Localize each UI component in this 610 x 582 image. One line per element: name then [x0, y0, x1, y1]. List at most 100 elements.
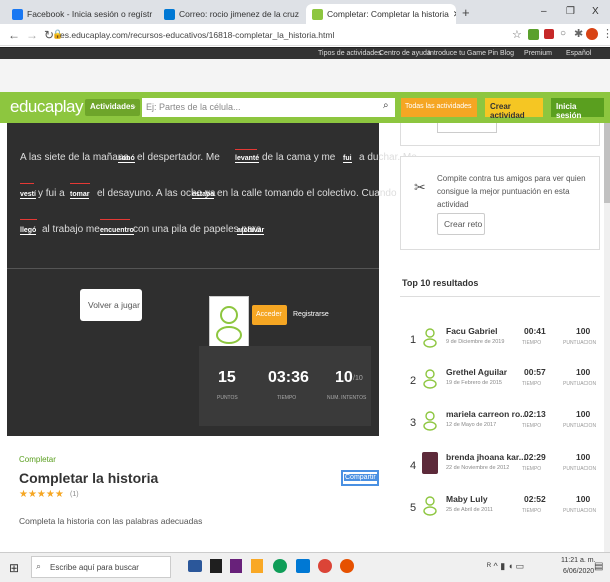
- url-field[interactable]: es.educaplay.com/recursos-educativos/168…: [60, 30, 334, 40]
- extension-icon[interactable]: [544, 29, 554, 39]
- rank: 5: [410, 502, 417, 514]
- result-score: 100: [576, 409, 591, 419]
- story-text: el despertador. Me: [137, 152, 220, 163]
- close-tab-icon[interactable]: ✕: [152, 9, 156, 20]
- answer-blank[interactable]: fui: [343, 155, 352, 163]
- tab-completar[interactable]: Completar: Completar la historia ✕: [306, 4, 456, 24]
- windows-taskbar: ⊞ ⌕ Escribe aquí para buscar ᴿ ^ ▮ ◖ ▭ 1…: [0, 552, 610, 582]
- new-tab-button[interactable]: +: [462, 5, 470, 20]
- error-mark: [20, 183, 34, 184]
- address-bar: ← → ↻ 🔒 es.educaplay.com/recursos-educat…: [0, 24, 610, 46]
- star-icon[interactable]: ☆: [512, 28, 522, 41]
- player-name[interactable]: Grethel Aguilar: [446, 367, 507, 377]
- replay-button[interactable]: Volver a jugar: [80, 289, 142, 321]
- mail-icon[interactable]: [296, 559, 310, 573]
- result-score: 100: [576, 452, 591, 462]
- close-window-button[interactable]: X: [592, 6, 599, 17]
- windows-start-icon[interactable]: ⊞: [9, 561, 19, 575]
- answer-blank[interactable]: levanté: [235, 155, 260, 163]
- firefox-icon[interactable]: [340, 559, 354, 573]
- create-activity-label: Crear actividad: [490, 102, 525, 120]
- register-link[interactable]: Registrarse: [293, 311, 329, 318]
- activities-dropdown[interactable]: Actividades ⌄: [85, 99, 140, 116]
- user-icon: [423, 411, 437, 431]
- extension-icon[interactable]: [528, 29, 539, 40]
- all-activities-button[interactable]: Todas las actividades: [401, 98, 477, 117]
- taskbar-search-input[interactable]: ⌕ Escribe aquí para buscar: [31, 556, 171, 578]
- result-time: 02:13: [524, 409, 546, 419]
- player-name[interactable]: Maby Luly: [446, 494, 488, 504]
- login-button[interactable]: Inicia sesión: [551, 98, 604, 120]
- answer-blank[interactable]: encuentro: [100, 227, 134, 235]
- close-tab-icon[interactable]: ✕: [299, 9, 304, 20]
- search-input[interactable]: Ej: Partes de la célula... ⌕: [142, 98, 395, 117]
- menu-icon[interactable]: ⋮: [602, 27, 610, 40]
- close-tab-icon[interactable]: ✕: [449, 9, 456, 20]
- score-label: PUNTUACION: [563, 381, 597, 387]
- result-time: 02:29: [524, 452, 546, 462]
- answer-blank[interactable]: archivar: [237, 227, 265, 235]
- forward-icon[interactable]: →: [26, 28, 38, 42]
- scrollbar[interactable]: [604, 123, 610, 552]
- game-divider: [7, 268, 379, 269]
- back-icon[interactable]: ←: [8, 28, 20, 42]
- answer-blank[interactable]: sonó: [118, 155, 135, 163]
- puzzle-icon[interactable]: ✱: [574, 27, 583, 40]
- story-text: al trabajo me: [42, 224, 100, 235]
- time-label: TIEMPO: [277, 395, 297, 401]
- points-label: PUNTOS: [217, 395, 238, 401]
- mail-icon: [164, 8, 175, 20]
- educaplay-logo[interactable]: educaplay: [10, 97, 84, 117]
- player-avatar: [209, 296, 249, 350]
- create-challenge-button[interactable]: Crear reto: [437, 213, 485, 235]
- button-remnant: [437, 123, 497, 133]
- answer-blank[interactable]: estaba: [192, 191, 215, 199]
- file-explorer-icon[interactable]: [251, 559, 263, 573]
- replay-label: Volver a jugar: [88, 300, 140, 310]
- chrome-icon[interactable]: [318, 559, 332, 573]
- share-button[interactable]: Compartir: [341, 470, 379, 486]
- create-activity-button[interactable]: Crear actividad: [485, 98, 543, 120]
- answer-blank[interactable]: tomar: [70, 191, 90, 199]
- avatar[interactable]: [586, 28, 598, 40]
- result-date: 19 de Febrero de 2015: [446, 380, 502, 386]
- maximize-button[interactable]: ❐: [566, 6, 575, 17]
- error-mark: [70, 183, 90, 184]
- player-name[interactable]: Facu Gabriel: [446, 326, 498, 336]
- clock-date[interactable]: 6/06/2020: [563, 568, 594, 575]
- challenge-text: consigue la mejor puntuación en esta act…: [437, 187, 570, 209]
- system-tray-icons[interactable]: ᴿ ^ ▮ ◖ ▭: [487, 561, 524, 572]
- player-name[interactable]: brenda jhoana kar...: [446, 452, 526, 462]
- edge-icon[interactable]: [273, 559, 287, 573]
- app-icon[interactable]: [230, 559, 242, 573]
- score-label: PUNTUACION: [563, 423, 597, 429]
- clock-time[interactable]: 11:21 a. m.: [561, 557, 596, 564]
- tab-correo[interactable]: Correo: rocio jimenez de la cruz ✕: [158, 4, 304, 24]
- minimize-button[interactable]: –: [541, 6, 547, 17]
- time-value: 03:36: [268, 369, 309, 386]
- leaderboard-row: 2 Grethel Aguilar 19 de Febrero de 2015 00:…: [410, 365, 600, 399]
- login-label: Inicia sesión: [556, 102, 582, 120]
- tab-facebook[interactable]: Facebook - Inicia sesión o regístr ✕: [6, 4, 156, 24]
- error-mark: [100, 219, 130, 220]
- search-icon[interactable]: ⌕: [383, 100, 389, 111]
- all-activities-label: Todas las actividades: [405, 103, 472, 110]
- rating-stars-icon[interactable]: ★★★★★: [19, 489, 64, 500]
- answer-blank[interactable]: llegó: [20, 227, 37, 235]
- answer-blank[interactable]: vestí: [20, 191, 36, 199]
- access-button[interactable]: Acceder: [252, 305, 287, 325]
- extension-icon[interactable]: ○: [560, 28, 566, 39]
- attempts-label: NUM. INTENTOS: [327, 395, 367, 401]
- story-text: en la calle tomando el colectivo. Cuando: [217, 188, 397, 199]
- activity-type[interactable]: Completar: [19, 455, 56, 464]
- scrollbar-thumb[interactable]: [604, 123, 610, 203]
- player-name[interactable]: mariela carreon ro...: [446, 409, 527, 419]
- result-time: 00:57: [524, 367, 546, 377]
- tab-title: Correo: rocio jimenez de la cruz: [179, 9, 299, 19]
- user-icon: [216, 306, 242, 344]
- notifications-icon[interactable]: ▤: [594, 561, 603, 572]
- score-label: PUNTUACION: [563, 508, 597, 514]
- task-view-icon[interactable]: [188, 560, 202, 572]
- result-date: 12 de Mayo de 2017: [446, 422, 497, 428]
- store-icon[interactable]: [210, 559, 222, 573]
